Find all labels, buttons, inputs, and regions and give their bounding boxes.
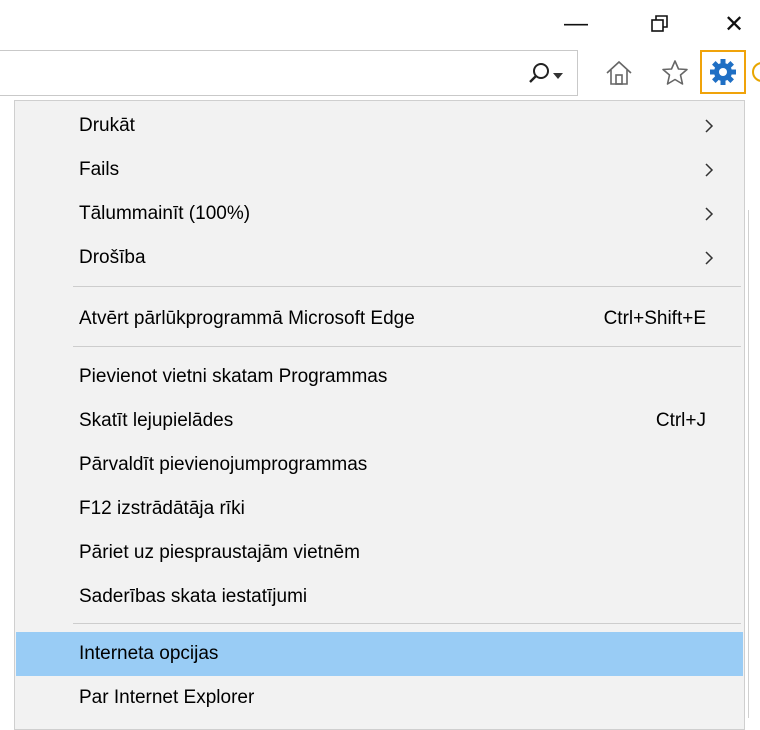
menu-item-shortcut: Ctrl+J: [655, 410, 706, 431]
tools-button[interactable]: [700, 50, 746, 94]
address-bar[interactable]: [0, 50, 578, 96]
menu-item-label: Par Internet Explorer: [79, 687, 255, 708]
menu-item-zoom[interactable]: Tālummainīt (100%): [16, 192, 743, 236]
minimize-button[interactable]: —: [548, 4, 604, 44]
menu-item-safety[interactable]: Drošība: [16, 236, 743, 280]
menu-separator: [73, 286, 741, 287]
menu-item-manage-addons[interactable]: Pārvaldīt pievienojumprogrammas: [16, 443, 743, 487]
menu-item-shortcut: Ctrl+Shift+E: [603, 308, 706, 329]
menu-item-label: Interneta opcijas: [79, 643, 219, 664]
chevron-right-icon: [705, 207, 714, 221]
restore-button[interactable]: [632, 4, 688, 44]
minimize-icon: —: [564, 10, 588, 37]
menu-item-open-in-edge[interactable]: Atvērt pārlūkprogrammā Microsoft Edge Ct…: [16, 297, 743, 341]
menu-separator: [73, 623, 741, 624]
chevron-right-icon: [705, 163, 714, 177]
menu-item-label: Drošība: [79, 247, 146, 268]
feedback-smiley-icon[interactable]: [750, 60, 760, 84]
divider: [748, 210, 749, 718]
menu-item-view-downloads[interactable]: Skatīt lejupielādes Ctrl+J: [16, 399, 743, 443]
menu-item-add-to-apps[interactable]: Pievienot vietni skatam Programmas: [16, 355, 743, 399]
menu-item-f12-devtools[interactable]: F12 izstrādātāja rīki: [16, 487, 743, 531]
chevron-right-icon: [705, 119, 714, 133]
restore-icon: [651, 15, 668, 32]
menu-item-label: Atvērt pārlūkprogrammā Microsoft Edge: [79, 308, 415, 329]
title-bar: — ✕: [0, 0, 760, 46]
tools-menu: Drukāt Fails Tālummainīt (100%) Drošība …: [14, 100, 745, 730]
menu-separator: [73, 346, 741, 347]
menu-item-label: Drukāt: [79, 115, 135, 136]
gear-icon: [710, 59, 736, 85]
menu-item-label: Pāriet uz piespraustajām vietnēm: [79, 542, 360, 563]
menu-item-label: Tālummainīt (100%): [79, 203, 251, 224]
menu-item-file[interactable]: Fails: [16, 148, 743, 192]
menu-item-internet-options[interactable]: Interneta opcijas: [16, 632, 743, 676]
home-icon[interactable]: [604, 58, 634, 88]
favorites-star-icon[interactable]: [660, 58, 690, 88]
menu-item-pinned-sites[interactable]: Pāriet uz piespraustajām vietnēm: [16, 531, 743, 575]
menu-item-label: Fails: [79, 159, 120, 180]
menu-item-label: F12 izstrādātāja rīki: [79, 498, 245, 519]
menu-item-label: Pārvaldīt pievienojumprogrammas: [79, 454, 368, 475]
menu-item-label: Pievienot vietni skatam Programmas: [79, 366, 388, 387]
menu-item-print[interactable]: Drukāt: [16, 104, 743, 148]
chevron-right-icon: [705, 251, 714, 265]
chevron-down-icon[interactable]: [553, 72, 563, 80]
menu-item-compat-view[interactable]: Saderības skata iestatījumi: [16, 575, 743, 619]
menu-item-label: Saderības skata iestatījumi: [79, 586, 308, 607]
close-icon: ✕: [724, 10, 745, 38]
close-button[interactable]: ✕: [716, 4, 760, 44]
menu-item-about-ie[interactable]: Par Internet Explorer: [16, 676, 743, 720]
menu-item-label: Skatīt lejupielādes: [79, 410, 234, 431]
search-icon[interactable]: [522, 57, 556, 91]
